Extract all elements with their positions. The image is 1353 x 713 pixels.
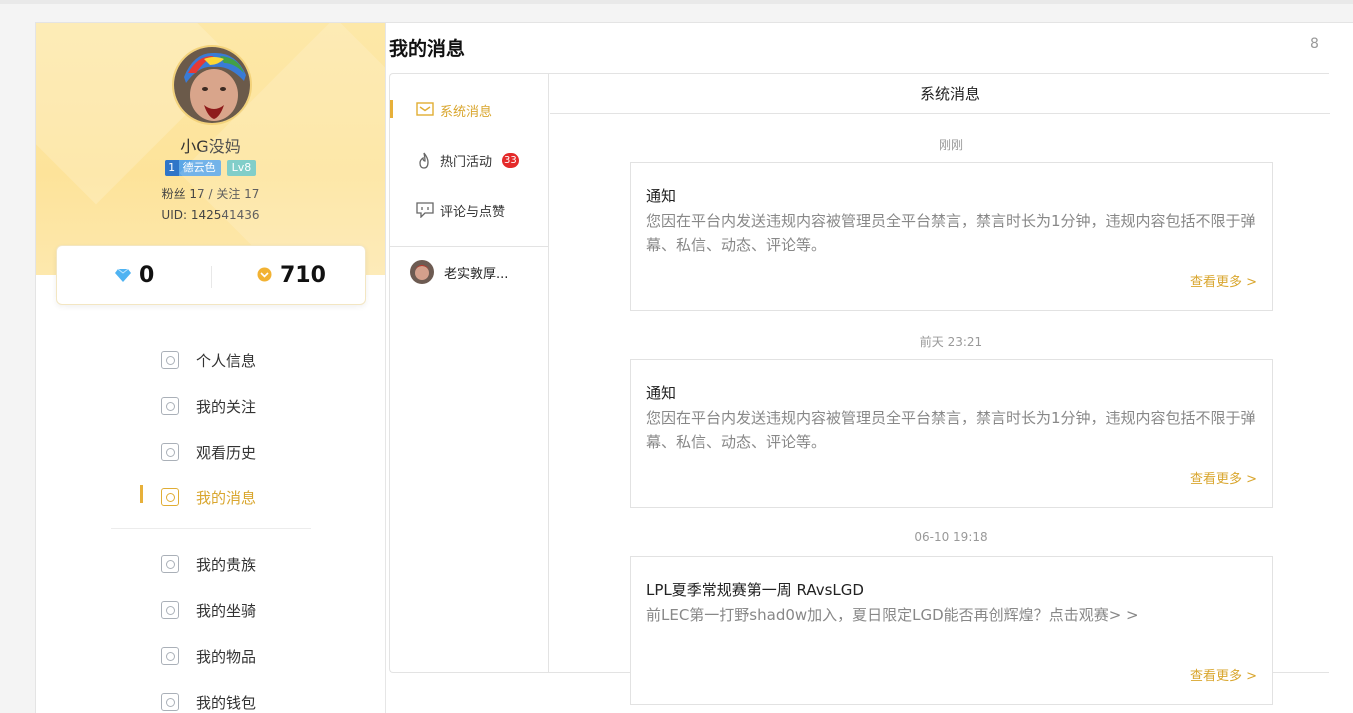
sidebar-item-label: 我的贵族 (196, 555, 257, 574)
shield-icon: 1 (164, 160, 179, 176)
category-column: 系统消息 热门活动 33 评论与点赞 老实敦厚... (390, 74, 549, 672)
avatar[interactable] (172, 45, 252, 125)
badge-row: 1 德云色 Lv8 (36, 160, 385, 176)
crown-icon (161, 555, 179, 573)
top-strip (0, 0, 1353, 4)
message-body: 您因在平台内发送违规内容被管理员全平台禁言，禁言时长为1分钟，违规内容包括不限于… (646, 212, 1256, 254)
sidebar: 小G没妈 1 德云色 Lv8 粉丝 17 / 关注 17 UID: 14254143… (36, 23, 386, 713)
comment-icon (416, 202, 434, 219)
wallet-divider (211, 266, 212, 288)
message-list-header: 系统消息 (550, 74, 1330, 114)
page-title: 我的消息 (389, 38, 466, 60)
sidebar-item-label: 我的坐骑 (196, 601, 257, 620)
message-list-title: 系统消息 (919, 85, 980, 103)
sidebar-item-label: 我的钱包 (196, 693, 257, 712)
message-card: 通知 您因在平台内发送违规内容被管理员全平台禁言，禁言时长为1分钟，违规内容包括… (630, 359, 1273, 508)
username: 小G没妈 (180, 137, 241, 156)
wallet-card: 0 710 (56, 245, 366, 305)
message-card: LPL夏季常规赛第一周 RAvsLGD 前LEC第一打野shad0w加入，夏日限… (630, 556, 1273, 705)
profile-card-icon (161, 351, 179, 369)
sidebar-item-label: 我的消息 (196, 488, 257, 507)
unread-count-badge: 33 (502, 152, 519, 168)
sidebar-item-mount[interactable]: 我的坐骑 (161, 598, 256, 622)
contact-name: 老实敦厚... (444, 266, 509, 282)
wallet-icon (161, 693, 179, 711)
active-indicator (140, 485, 143, 503)
contact-item[interactable]: 老实敦厚... (410, 260, 508, 284)
message-title: 通知 (646, 187, 677, 205)
view-more-link[interactable]: 查看更多 > (1190, 665, 1257, 684)
sidebar-item-label: 观看历史 (196, 443, 257, 462)
category-active-indicator (390, 100, 393, 118)
sidebar-item-history[interactable]: 观看历史 (161, 440, 256, 464)
horse-icon (161, 601, 179, 619)
message-title: 通知 (646, 384, 677, 402)
message-card: 通知 您因在平台内发送违规内容被管理员全平台禁言，禁言时长为1分钟，违规内容包括… (630, 162, 1273, 311)
contact-avatar (410, 260, 434, 284)
sidebar-item-label: 我的物品 (196, 647, 257, 666)
message-timestamp: 刚刚 (938, 138, 963, 152)
flame-icon (416, 152, 434, 169)
guild-badge-label: 德云色 (182, 161, 216, 174)
play-icon (161, 443, 179, 461)
profile-header: 小G没妈 1 德云色 Lv8 粉丝 17 / 关注 17 UID: 14254143… (36, 23, 385, 275)
diamond-icon (115, 263, 131, 288)
coin-balance[interactable]: 710 (257, 263, 326, 288)
diamond-count: 0 (139, 263, 155, 288)
message-timestamp: 06-10 19:18 (914, 530, 988, 544)
fans-follow-count: 粉丝 17 / 关注 17 (161, 187, 260, 201)
sidebar-item-messages[interactable]: 我的消息 (161, 485, 256, 509)
category-label: 系统消息 (440, 104, 493, 120)
tab-comments-likes[interactable]: 评论与点赞 (416, 200, 505, 220)
message-panel: 系统消息 热门活动 33 评论与点赞 老实敦厚... 系统消息 刚刚 通知 您因… (389, 73, 1330, 705)
category-label: 热门活动 (440, 154, 493, 170)
eye-icon (161, 397, 179, 415)
diamond-balance[interactable]: 0 (115, 263, 154, 288)
tab-hot-events[interactable]: 热门活动 33 (416, 150, 519, 170)
view-more-link[interactable]: 查看更多 > (1190, 468, 1257, 487)
level-badge: Lv8 (226, 160, 257, 176)
sidebar-item-profile[interactable]: 个人信息 (161, 348, 256, 372)
sidebar-item-noble[interactable]: 我的贵族 (161, 552, 256, 576)
coin-icon (257, 263, 272, 288)
corner-icon[interactable]: 8 (1310, 36, 1319, 52)
package-icon (161, 647, 179, 665)
sidebar-item-items[interactable]: 我的物品 (161, 644, 256, 668)
sidebar-item-label: 我的关注 (196, 397, 257, 416)
menu-divider (111, 528, 311, 529)
message-icon (161, 488, 179, 506)
coin-count: 710 (280, 263, 326, 288)
uid-text: UID: 142541436 (161, 208, 260, 222)
tab-system-messages[interactable]: 系统消息 (416, 100, 492, 120)
sidebar-item-label: 个人信息 (196, 351, 257, 370)
category-label: 评论与点赞 (440, 204, 506, 220)
message-body: 前LEC第一打野shad0w加入，夏日限定LGD能否再创辉煌？点击观赛> > (646, 606, 1139, 624)
sidebar-item-wallet[interactable]: 我的钱包 (161, 690, 256, 713)
message-title: LPL夏季常规赛第一周 RAvsLGD (646, 581, 864, 599)
envelope-icon (416, 102, 434, 118)
sidebar-item-follow[interactable]: 我的关注 (161, 394, 256, 418)
message-body: 您因在平台内发送违规内容被管理员全平台禁言，禁言时长为1分钟，违规内容包括不限于… (646, 409, 1256, 451)
view-more-link[interactable]: 查看更多 > (1190, 271, 1257, 290)
category-divider (390, 246, 548, 247)
message-list: 系统消息 刚刚 通知 您因在平台内发送违规内容被管理员全平台禁言，禁言时长为1分… (550, 74, 1330, 705)
message-timestamp: 前天 23:21 (919, 335, 983, 349)
guild-badge[interactable]: 1 德云色 (164, 160, 221, 176)
